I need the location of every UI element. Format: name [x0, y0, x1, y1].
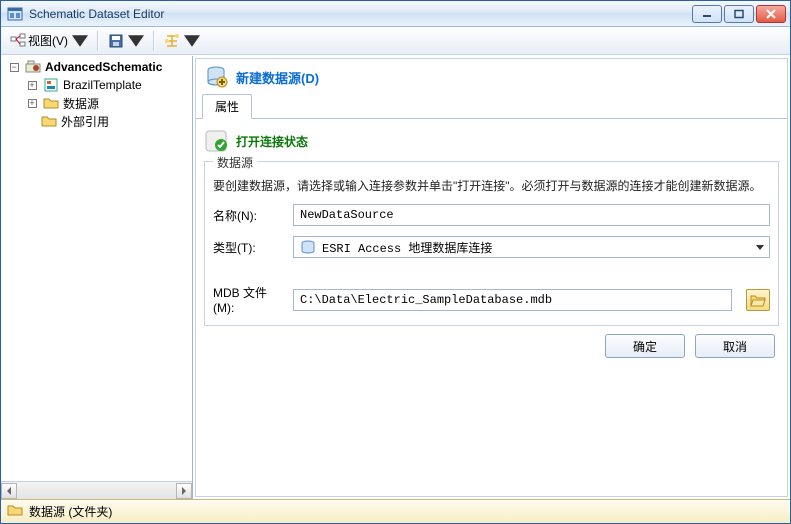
tree-item[interactable]: + BrazilTemplate: [1, 76, 192, 94]
tree-item-label: BrazilTemplate: [61, 78, 144, 92]
type-selected-value: ESRI Access 地理数据库连接: [322, 239, 492, 256]
sparkle-diagram-icon: [164, 33, 180, 49]
minimize-button[interactable]: [692, 5, 722, 23]
open-folder-icon: [750, 293, 766, 307]
chevron-down-icon: [751, 237, 769, 257]
save-button[interactable]: [103, 30, 149, 52]
file-label: MDB 文件(M):: [213, 284, 283, 315]
mdb-file-input[interactable]: [293, 289, 732, 311]
app-icon: [7, 6, 23, 22]
tab-strip: 属性: [196, 95, 787, 119]
toolbar-separator: [97, 31, 99, 51]
view-menu-button[interactable]: 视图(V): [5, 30, 93, 52]
toolbar-separator: [153, 31, 155, 51]
content-title: 新建数据源(D): [236, 68, 319, 87]
tree-root-item[interactable]: − AdvancedSchematic: [1, 58, 192, 76]
database-icon: [300, 239, 316, 255]
fieldset-title: 数据源: [213, 154, 257, 171]
tree-item[interactable]: 外部引用: [1, 112, 192, 130]
chevron-down-icon: [184, 33, 200, 49]
name-input[interactable]: [293, 204, 770, 226]
datasource-fieldset: 数据源 要创建数据源，请选择或输入连接参数并单击"打开连接"。必须打开与数据源的…: [204, 161, 779, 326]
close-button[interactable]: [756, 5, 786, 23]
status-bar: 数据源 (文件夹): [1, 499, 790, 523]
datasource-large-icon: [204, 64, 228, 91]
schematic-icon: [10, 33, 26, 49]
cancel-button-label: 取消: [723, 338, 747, 355]
tree-view[interactable]: − AdvancedSchematic + BrazilTemplate + 数…: [1, 56, 192, 481]
view-menu-label: 视图(V): [28, 32, 68, 49]
chevron-down-icon: [72, 33, 88, 49]
connection-status-row: 打开连接状态: [204, 129, 779, 153]
chevron-down-icon: [128, 33, 144, 49]
type-select[interactable]: ESRI Access 地理数据库连接: [293, 236, 770, 258]
tree-item-label: 数据源: [61, 95, 101, 112]
browse-button[interactable]: [746, 289, 770, 311]
ok-button[interactable]: 确定: [605, 334, 685, 358]
window-title: Schematic Dataset Editor: [29, 7, 692, 21]
window-titlebar: Schematic Dataset Editor: [1, 1, 790, 27]
fieldset-description: 要创建数据源，请选择或输入连接参数并单击"打开连接"。必须打开与数据源的连接才能…: [213, 177, 770, 194]
tab-properties[interactable]: 属性: [202, 94, 252, 119]
name-row: 名称(N):: [213, 204, 770, 226]
type-row: 类型(T): ESRI Access 地理数据库连接: [213, 236, 770, 258]
folder-icon: [43, 95, 59, 111]
dialog-button-row: 确定 取消: [204, 326, 779, 360]
scroll-left-button[interactable]: [1, 483, 17, 499]
template-icon: [43, 77, 59, 93]
status-text: 数据源 (文件夹): [29, 503, 112, 520]
main-content-panel: 新建数据源(D) 属性 打开连接状态 数据源 要创建数据源，请选择或输入连接参数…: [195, 58, 788, 497]
scroll-right-button[interactable]: [176, 483, 192, 499]
type-label: 类型(T):: [213, 239, 283, 256]
scrollbar-track[interactable]: [17, 485, 176, 497]
sidebar-tree-panel: − AdvancedSchematic + BrazilTemplate + 数…: [1, 56, 193, 499]
sidebar-horizontal-scrollbar[interactable]: [1, 481, 192, 499]
generate-diagrams-button[interactable]: [159, 30, 205, 52]
collapse-icon[interactable]: −: [10, 63, 19, 72]
main-toolbar: 视图(V): [1, 27, 790, 55]
cancel-button[interactable]: 取消: [695, 334, 775, 358]
checkmark-ok-icon: [204, 129, 228, 153]
ok-button-label: 确定: [633, 338, 657, 355]
connection-status-text: 打开连接状态: [236, 133, 308, 150]
tab-label: 属性: [215, 100, 239, 114]
tree-item-label: AdvancedSchematic: [43, 60, 164, 74]
tab-content-area: 打开连接状态 数据源 要创建数据源，请选择或输入连接参数并单击"打开连接"。必须…: [196, 119, 787, 496]
folder-icon: [41, 113, 57, 129]
content-header: 新建数据源(D): [196, 59, 787, 95]
body-split: − AdvancedSchematic + BrazilTemplate + 数…: [1, 55, 790, 499]
save-icon: [108, 33, 124, 49]
folder-icon: [7, 502, 23, 521]
expand-icon[interactable]: +: [28, 99, 37, 108]
expand-icon[interactable]: +: [28, 81, 37, 90]
tree-item[interactable]: + 数据源: [1, 94, 192, 112]
maximize-button[interactable]: [724, 5, 754, 23]
name-label: 名称(N):: [213, 207, 283, 224]
dataset-icon: [25, 59, 41, 75]
tree-item-label: 外部引用: [59, 113, 111, 130]
file-row: MDB 文件(M):: [213, 284, 770, 315]
